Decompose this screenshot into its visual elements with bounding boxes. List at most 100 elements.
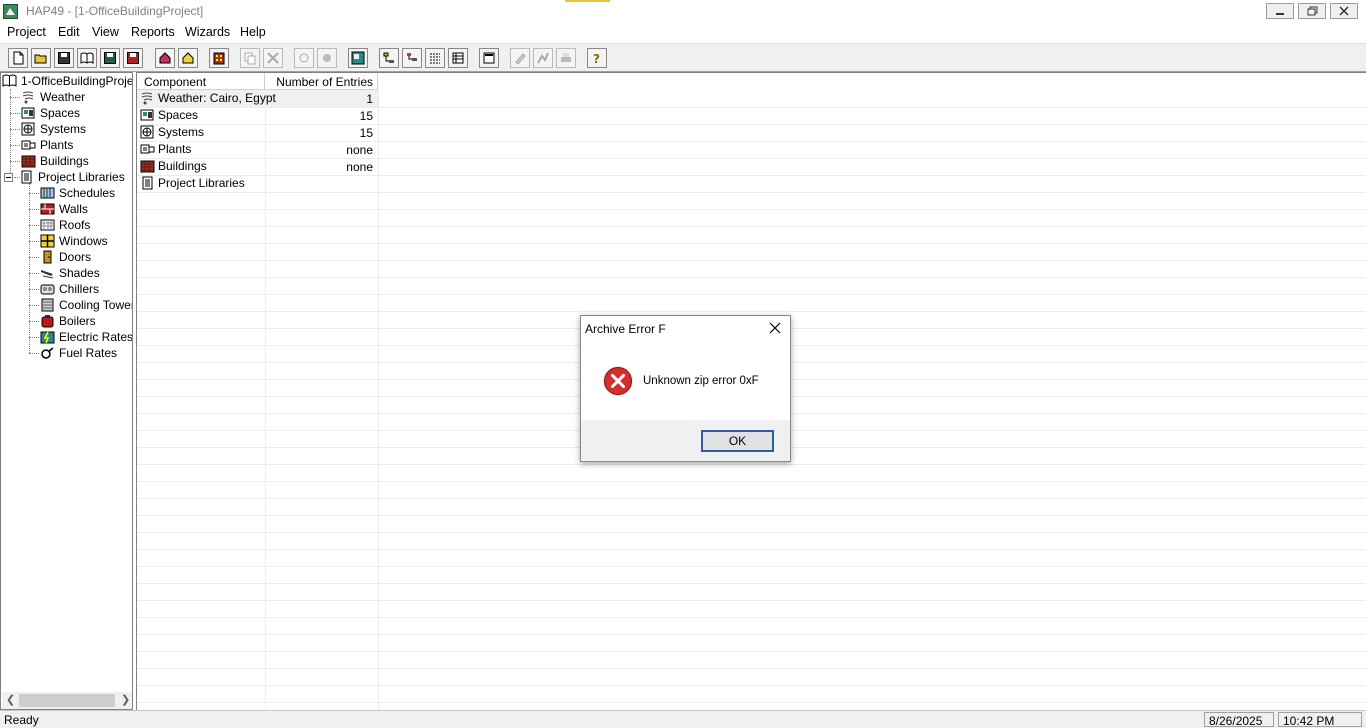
menu-wizards[interactable]: Wizards [185, 25, 230, 39]
import-button[interactable] [178, 48, 198, 68]
scroll-left-icon[interactable]: ❮ [6, 693, 15, 706]
list-row-buildings[interactable]: Buildings none [137, 158, 1366, 175]
book-button[interactable] [77, 48, 97, 68]
export-button[interactable] [155, 48, 175, 68]
tree-lib-shades[interactable]: Shades [40, 265, 100, 281]
tree-lib-electric-rates[interactable]: Electric Rates [40, 329, 133, 345]
systems-icon [140, 125, 154, 139]
tree-item-buildings[interactable]: Buildings [21, 153, 89, 169]
copy-button[interactable] [240, 48, 260, 68]
schedules-icon [40, 187, 55, 199]
properties-button[interactable] [317, 48, 337, 68]
tree-label-chillers: Chillers [59, 282, 100, 296]
menu-view[interactable]: View [92, 25, 119, 39]
menu-reports[interactable]: Reports [131, 25, 175, 39]
menu-help[interactable]: Help [240, 25, 266, 39]
details-view-button[interactable] [425, 48, 445, 68]
status-time: 10:42 PM [1278, 712, 1362, 728]
edit-button[interactable] [510, 48, 530, 68]
grid-line [137, 124, 1366, 125]
duplicate-button[interactable] [294, 48, 314, 68]
restore-button[interactable] [1298, 3, 1326, 19]
window-title: HAP49 - [1-OfficeBuildingProject] [26, 4, 204, 18]
scroll-right-icon[interactable]: ❯ [121, 693, 130, 706]
libraries-icon [142, 176, 153, 190]
list-row-project-libraries[interactable]: Project Libraries [137, 175, 1366, 192]
tree-label-systems: Systems [40, 122, 87, 136]
calculator-button[interactable] [479, 48, 499, 68]
print-button[interactable] [556, 48, 576, 68]
table-view-button[interactable] [448, 48, 468, 68]
new-button[interactable] [8, 48, 28, 68]
wizard-button[interactable] [348, 48, 368, 68]
tree-item-spaces[interactable]: Spaces [21, 105, 80, 121]
close-icon[interactable] [768, 321, 782, 335]
menu-project[interactable]: Project [7, 25, 46, 39]
column-header-component[interactable]: Component [137, 73, 265, 90]
save-button[interactable] [54, 48, 74, 68]
project-tree[interactable]: 1-OfficeBuildingProject Weather Spaces S… [0, 72, 133, 710]
ok-button[interactable]: OK [701, 430, 774, 452]
grid-line [137, 294, 1366, 295]
list-row-spaces[interactable]: Spaces 15 [137, 107, 1366, 124]
tree-item-weather[interactable]: Weather [21, 89, 85, 105]
libraries-icon [21, 170, 32, 184]
tree-item-project-libraries[interactable]: Project Libraries [4, 169, 125, 185]
collapse-icon[interactable] [4, 172, 13, 182]
tree-lib-schedules[interactable]: Schedules [40, 185, 115, 201]
tree-root-project[interactable]: 1-OfficeBuildingProject [2, 73, 132, 89]
delete-button[interactable] [263, 48, 283, 68]
dialog-message: Unknown zip error 0xF [643, 375, 759, 387]
tree-lib-boilers[interactable]: Boilers [40, 313, 96, 329]
close-window-button[interactable] [1330, 3, 1358, 19]
list-row-weather[interactable]: Weather: Cairo, Egypt 1 [137, 90, 1366, 107]
tree-view-button[interactable] [379, 48, 399, 68]
scroll-thumb[interactable] [19, 694, 115, 707]
tree-lib-cooling-towers[interactable]: Cooling Towers [40, 297, 133, 313]
building-button[interactable] [209, 48, 229, 68]
tree-label-shades: Shades [59, 266, 100, 280]
tree-label-electric-rates: Electric Rates [59, 330, 133, 344]
help-button[interactable]: ? [587, 48, 607, 68]
tree-lib-doors[interactable]: Doors [40, 249, 91, 265]
grid-line [137, 192, 1366, 193]
grid-line [137, 311, 1366, 312]
save-as-button[interactable] [100, 48, 120, 68]
tree-label-buildings: Buildings [40, 154, 89, 168]
dialog-title: Archive Error F [585, 322, 666, 336]
tree-lib-roofs[interactable]: Roofs [40, 217, 90, 233]
list-row-systems[interactable]: Systems 15 [137, 124, 1366, 141]
list-view-button[interactable] [402, 48, 422, 68]
minimize-button[interactable] [1266, 3, 1294, 19]
help-icon: ? [593, 52, 600, 65]
roofs-icon [40, 219, 55, 231]
plants-icon [21, 140, 36, 150]
restore-icon [1307, 6, 1317, 16]
tree-lib-chillers[interactable]: Chillers [40, 281, 99, 297]
row-component: Spaces [158, 108, 199, 122]
table-view-icon [452, 52, 464, 64]
tree-label-boilers: Boilers [59, 314, 96, 328]
book-icon [80, 52, 94, 64]
close-icon [1339, 6, 1349, 16]
tree-horizontal-scrollbar[interactable]: ❮ ❯ [2, 692, 132, 709]
tree-label-cooling-towers: Cooling Towers [59, 298, 133, 312]
column-header-entries[interactable]: Number of Entries [265, 73, 378, 90]
tree-item-plants[interactable]: Plants [21, 137, 73, 153]
grid-line [137, 583, 1366, 584]
report-button[interactable] [533, 48, 553, 68]
wizard-icon [351, 51, 365, 65]
save-red-button[interactable] [123, 48, 143, 68]
tree-label-plants: Plants [40, 138, 74, 152]
tree-label-schedules: Schedules [59, 186, 116, 200]
menu-edit[interactable]: Edit [58, 25, 80, 39]
tree-item-systems[interactable]: Systems [21, 121, 86, 137]
tree-lib-windows[interactable]: Windows [40, 233, 108, 249]
list-row-plants[interactable]: Plants none [137, 141, 1366, 158]
open-button[interactable] [31, 48, 51, 68]
title-accent [565, 0, 610, 2]
tree-lib-walls[interactable]: Walls [40, 201, 88, 217]
tree-lib-fuel-rates[interactable]: Fuel Rates [40, 345, 117, 361]
status-text: Ready [4, 713, 39, 727]
row-component: Weather: Cairo, Egypt [158, 91, 276, 105]
